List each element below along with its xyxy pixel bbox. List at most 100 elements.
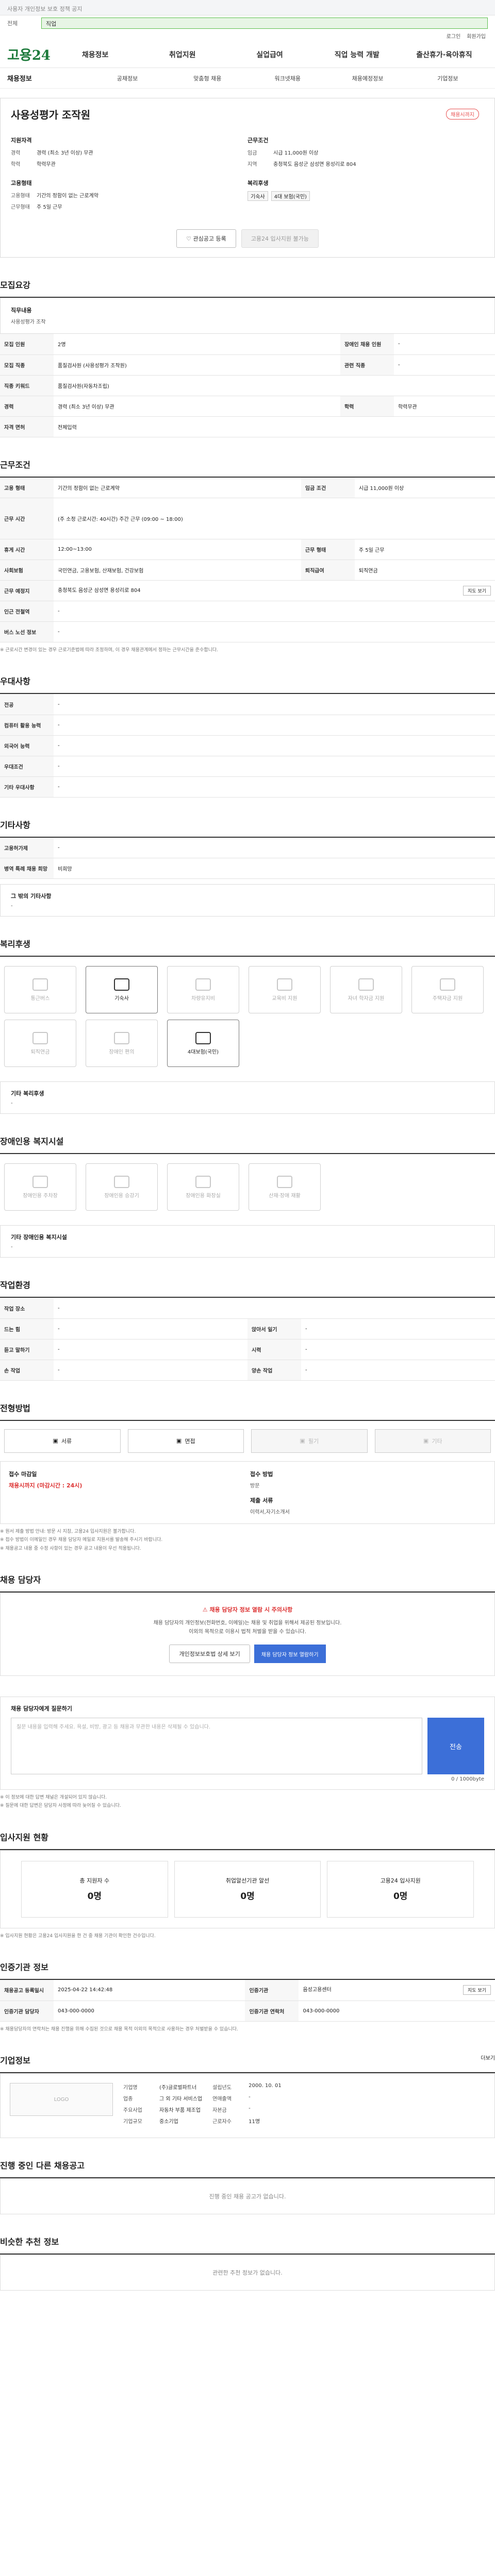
section-selection: 전형방법 ▣ 서류 ▣ 면접 ▣ 필기 ▣ 기타 접수 마감일 채용시까지 (마감시간 : 2… xyxy=(0,1401,495,1552)
lnb-item[interactable]: 공채정보 xyxy=(87,74,167,82)
section-recommend: 비슷한 추천 정보 관련한 추천 정보가 없습니다. xyxy=(0,2235,495,2291)
stat-value: 0명 xyxy=(87,1891,102,1902)
lnb-item[interactable]: 워크넷채용 xyxy=(248,74,327,82)
deadline-badge: 채용시까지 xyxy=(446,109,479,120)
td: 043-000-0000 xyxy=(54,2001,245,2022)
td: - xyxy=(54,1339,248,1360)
kv-key: 연매출액 xyxy=(212,2096,232,2103)
section-company: 기업정보 더보기 LOGO 기업명 (주)글로벌파트너 업종 그 외 기타 서비스업 … xyxy=(0,2054,495,2139)
td: 시급 11,000원 이상 xyxy=(354,477,495,498)
apply-button[interactable]: 고용24 입사지원 불가능 xyxy=(241,229,319,248)
kv-val: - xyxy=(249,2106,251,2112)
summary-head: 복리후생 xyxy=(248,180,269,187)
deadline-label: 접수 마감일 xyxy=(9,1470,37,1478)
th: 채용공고 등록일시 xyxy=(0,1980,54,2001)
section-question: 채용 담당자에게 질문하기 질문 내용을 입력해 주세요. 욕설, 비방, 광고… xyxy=(0,1697,495,1810)
gnb-item[interactable]: 취업지원 xyxy=(139,49,226,60)
td: - xyxy=(54,715,495,736)
kv-key: 자본금 xyxy=(212,2108,227,2114)
stat-value: 0명 xyxy=(240,1891,255,1902)
gnb-item[interactable]: 채용정보 xyxy=(52,49,139,60)
th: 고용 형태 xyxy=(0,477,54,498)
job-summary-card: 사용성평가 조작원 채용시까지 지원자격 경력 경력 (최소 3년 이상) 무관 … xyxy=(0,98,495,258)
stat-card: 취업알선기관 알선 0명 xyxy=(174,1860,321,1918)
kv-key: 임금 xyxy=(248,150,257,156)
signup-link[interactable]: 회원가입 xyxy=(467,32,486,40)
th: 인증기관 xyxy=(245,1980,299,2001)
section-title: 작업환경 xyxy=(0,1278,495,1298)
th: 버스 노선 정보 xyxy=(0,621,54,642)
map-button[interactable]: 지도 보기 xyxy=(463,1985,491,1995)
td: 품질검사원 (사용성평가 조작원) xyxy=(54,354,340,376)
table-row: 모집 인원 2명 장애인 채용 인원 - xyxy=(0,334,495,355)
td: 충청북도 음성군 삼성면 용성리로 804 지도 보기 xyxy=(54,580,495,601)
job-title: 사용성평가 조작원 xyxy=(11,109,91,121)
lnb-item[interactable]: 채용예정정보 xyxy=(327,74,407,82)
td: 비희망 xyxy=(54,858,495,879)
table-row: 작업 장소 - xyxy=(0,1298,495,1319)
td: 품질검사원(자동차조립) xyxy=(54,375,495,396)
td: - xyxy=(301,1339,495,1360)
welfare-tag: 기숙사 xyxy=(248,191,268,201)
disab-etc-text: - xyxy=(11,1244,13,1250)
view-manager-button[interactable]: 채용 담당자 정보 열람하기 xyxy=(254,1645,326,1664)
section-agency: 인증기관 정보 채용공고 등록일시 2025-04-22 14:42:48 인증기관… xyxy=(0,1960,495,2033)
section-title: 기타사항 xyxy=(0,818,495,838)
section-title: 전형방법 xyxy=(0,1401,495,1421)
kv-key: 학력 xyxy=(11,162,21,167)
kv-val: 기간의 정함이 없는 근로계약 xyxy=(37,193,98,199)
search-input[interactable]: 직업 xyxy=(41,18,488,29)
lnb-item[interactable]: 맞춤형 채용 xyxy=(168,74,248,82)
top-notice: 사용자 개인정보 보호 정책 공지 xyxy=(0,0,495,15)
th: 임금 조건 xyxy=(301,477,355,498)
td: 퇴직연금 xyxy=(354,560,495,581)
preferences-table: 전공 - 컴퓨터 활용 능력 - 외국어 능력 - 우대조건 - 기타 우대사항 - xyxy=(0,694,495,798)
stat-label: 고용24 입사지원 xyxy=(380,1877,421,1885)
search-scope[interactable]: 전체 xyxy=(7,19,38,27)
th: 인증기관 담당자 xyxy=(0,2001,54,2022)
logo[interactable]: 고용24 xyxy=(7,45,52,64)
table-row: 휴게 시간 12:00~13:00 근무 형태 주 5일 근무 xyxy=(0,539,495,560)
util-bar: 로그인 회원가입 xyxy=(0,31,495,41)
kv-key: 근로자수 xyxy=(212,2119,232,2125)
welfare-icon xyxy=(32,978,48,991)
map-button[interactable]: 지도 보기 xyxy=(463,586,491,596)
kv-key: 기업규모 xyxy=(123,2119,142,2125)
question-textarea[interactable]: 질문 내용을 입력해 주세요. 욕설, 비방, 광고 등 채용과 무관한 내용은… xyxy=(11,1718,422,1775)
selection-note: ※ 채용공고 내용 중 수정 사항이 있는 경우 공고 내용이 우선 적용됩니다… xyxy=(0,1546,141,1551)
table-row: 인근 전철역 - xyxy=(0,601,495,622)
gnb-item[interactable]: 실업급여 xyxy=(226,49,313,60)
welfare-label: 자녀 학자금 지원 xyxy=(348,995,385,1002)
kv-key: 기업명 xyxy=(123,2085,138,2091)
td: 경력 (최소 3년 이상) 무관 xyxy=(54,396,340,417)
environment-table: 작업 장소 - 드는 힘 - 앉아서 일기 - 듣고 말하기 - 시력 - 손 작업 - 양손 작… xyxy=(0,1298,495,1381)
lnb-item[interactable]: 기업정보 xyxy=(408,74,488,82)
more-link[interactable]: 더보기 xyxy=(481,2054,495,2061)
td: 음성고용센터 지도 보기 xyxy=(299,1980,495,2001)
table-row: 채용공고 등록일시 2025-04-22 14:42:48 인증기관 음성고용센터 지도… xyxy=(0,1980,495,2001)
login-link[interactable]: 로그인 xyxy=(447,32,461,40)
interest-button[interactable]: ♡ 관심공고 등록 xyxy=(176,229,236,248)
welfare-item: 기숙사 xyxy=(86,966,158,1014)
method-icon: ▣ xyxy=(423,1437,429,1445)
gnb-item[interactable]: 출산휴가·육아휴직 xyxy=(401,49,488,60)
question-note: ※ 질문에 대한 답변은 담당자 사정에 따라 늦어질 수 있습니다. xyxy=(0,1803,121,1809)
job-desc-text: 사용성평가 조작 xyxy=(11,319,46,325)
welfare-label: 장애인 편의 xyxy=(109,1049,135,1055)
th: 인증기관 연락처 xyxy=(245,2001,299,2022)
lnb-item[interactable]: 채용정보 xyxy=(7,73,87,83)
privacy-law-button[interactable]: 개인정보보호법 상세 보기 xyxy=(169,1645,250,1664)
table-row: 컴퓨터 활용 능력 - xyxy=(0,715,495,736)
th: 관련 직종 xyxy=(340,354,394,376)
facility-icon xyxy=(195,1175,211,1188)
td: 043-000-0000 xyxy=(299,2001,495,2022)
table-row: 고용 형태 기간의 정함이 없는 근로계약 임금 조건 시급 11,000원 이상 xyxy=(0,477,495,498)
td: - xyxy=(393,334,495,355)
question-submit-button[interactable]: 전송 xyxy=(427,1718,484,1775)
stat-label: 취업알선기관 알선 xyxy=(225,1877,270,1885)
gnb-item[interactable]: 직업 능력 개발 xyxy=(314,49,401,60)
facility-label: 장애인용 주차장 xyxy=(23,1193,58,1199)
th: 외국어 능력 xyxy=(0,735,54,756)
welfare-label: 주택자금 지원 xyxy=(432,995,463,1002)
th: 듣고 말하기 xyxy=(0,1339,54,1360)
